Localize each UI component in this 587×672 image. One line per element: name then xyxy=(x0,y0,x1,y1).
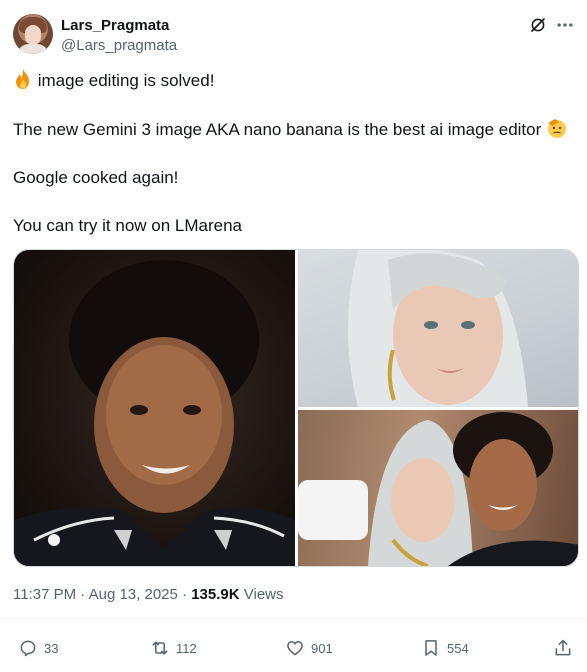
tweet-meta: 11:37 PM · Aug 13, 2025 · 135.9K Views xyxy=(13,586,284,603)
tweet-line-2-text: The new Gemini 3 image AKA nano banana i… xyxy=(13,120,542,139)
tweet-line-4: You can try it now on LMarena xyxy=(13,216,243,235)
repost-button[interactable]: 112 xyxy=(150,636,197,660)
tweet-line-2: The new Gemini 3 image AKA nano banana i… xyxy=(13,117,577,142)
share-icon xyxy=(555,639,571,656)
reply-button[interactable]: 33 xyxy=(18,636,58,660)
media-image-3[interactable] xyxy=(298,410,578,566)
tweet-text: image editing is solved! The new Gemini … xyxy=(13,68,577,262)
meta-separator: · xyxy=(182,586,188,603)
tweet-line-3: Google cooked again! xyxy=(13,168,179,187)
media-image-1[interactable] xyxy=(14,250,295,566)
saluting-face-emoji xyxy=(548,119,567,138)
reply-icon xyxy=(20,640,36,657)
portrait-illustration-1 xyxy=(14,260,295,566)
author-handle[interactable]: @Lars_pragmata xyxy=(61,37,177,54)
heart-icon xyxy=(287,641,303,656)
share-button[interactable] xyxy=(553,636,573,660)
tweet-date[interactable]: Aug 13, 2025 xyxy=(89,586,178,603)
bookmark-icon xyxy=(425,640,437,656)
avatar[interactable] xyxy=(13,14,53,54)
repost-count: 112 xyxy=(176,640,197,656)
like-button[interactable]: 901 xyxy=(285,636,333,660)
tweet-time[interactable]: 11:37 PM xyxy=(13,586,76,603)
media-image-2[interactable] xyxy=(298,250,578,407)
grok-icon[interactable] xyxy=(529,16,547,34)
tweet-line-1-text: image editing is solved! xyxy=(37,71,215,90)
action-bar: 33 112 901 554 xyxy=(13,636,575,660)
tweet-line-1: image editing is solved! xyxy=(13,68,577,93)
divider xyxy=(0,618,587,619)
bookmark-button[interactable]: 554 xyxy=(421,636,469,660)
views-count: 135.9K xyxy=(191,586,240,603)
media-grid[interactable] xyxy=(13,249,579,567)
author-display-name[interactable]: Lars_Pragmata xyxy=(61,17,169,34)
bookmark-count: 554 xyxy=(447,640,469,656)
meta-separator: · xyxy=(80,586,86,603)
repost-icon xyxy=(152,641,168,655)
portrait-illustration-2 xyxy=(348,250,528,407)
tweet-header: Lars_Pragmata @Lars_pragmata xyxy=(13,14,575,56)
like-count: 901 xyxy=(311,640,333,656)
more-icon[interactable] xyxy=(555,15,575,35)
fire-emoji xyxy=(16,69,29,89)
views-label: Views xyxy=(243,586,284,603)
reply-count: 33 xyxy=(44,640,59,656)
portrait-illustration-3 xyxy=(298,412,578,566)
